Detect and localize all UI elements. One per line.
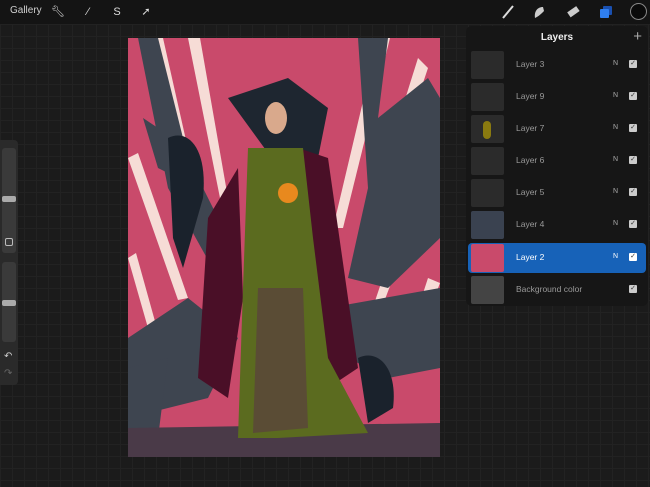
layer-name: Layer 5 [516, 187, 545, 197]
left-sidebar: ↶ ↷ [0, 140, 18, 385]
layer-row[interactable]: Layer 7 N ✓ [468, 114, 646, 144]
layer-row[interactable]: Layer 9 N ✓ [468, 82, 646, 112]
blend-mode-button[interactable]: N [613, 60, 618, 67]
visibility-checkbox[interactable]: ✓ [629, 253, 637, 261]
layer-name: Layer 4 [516, 219, 545, 229]
layer-name: Layer 3 [516, 59, 545, 69]
background-color-row[interactable]: Background color ✓ [468, 275, 646, 305]
layer-row[interactable]: Layer 3 N ✓ [468, 50, 646, 80]
layer-name: Layer 2 [516, 252, 545, 262]
layer-row[interactable]: Layer 5 N ✓ [468, 178, 646, 208]
layers-panel: Layers + Layer 3 N ✓ Layer 9 N ✓ Layer 7 N ✓ L… [466, 26, 648, 306]
add-layer-button[interactable]: + [633, 28, 642, 45]
layer-thumbnail [471, 115, 504, 143]
visibility-checkbox[interactable]: ✓ [629, 285, 637, 293]
eraser-icon[interactable] [565, 4, 581, 20]
blend-mode-button[interactable]: N [613, 220, 618, 227]
blend-mode-button[interactable]: N [613, 92, 618, 99]
color-picker-icon[interactable] [630, 3, 647, 20]
visibility-checkbox[interactable]: ✓ [629, 124, 637, 132]
layer-thumbnail [471, 211, 504, 239]
modify-button[interactable] [5, 238, 13, 246]
visibility-checkbox[interactable]: ✓ [629, 156, 637, 164]
blend-mode-button[interactable]: N [613, 188, 618, 195]
opacity-slider[interactable] [2, 262, 16, 342]
brush-icon[interactable] [500, 4, 516, 20]
layer-thumbnail [471, 244, 504, 272]
visibility-checkbox[interactable]: ✓ [629, 60, 637, 68]
top-toolbar: Gallery 🔧︎ ⁄ S ➚ [0, 0, 650, 24]
move-arrow-icon[interactable]: ➚ [138, 4, 154, 20]
layer-name: Layer 6 [516, 155, 545, 165]
visibility-checkbox[interactable]: ✓ [629, 220, 637, 228]
opacity-knob[interactable] [2, 300, 16, 306]
layer-row[interactable]: Layer 6 N ✓ [468, 146, 646, 176]
gallery-button[interactable]: Gallery [10, 5, 42, 16]
layer-name: Layer 7 [516, 123, 545, 133]
layer-thumbnail [471, 51, 504, 79]
visibility-checkbox[interactable]: ✓ [629, 188, 637, 196]
artwork-canvas[interactable] [128, 38, 440, 457]
smudge-icon[interactable] [531, 4, 547, 20]
layers-title: Layers [540, 32, 574, 43]
layers-icon[interactable] [598, 4, 614, 20]
layer-row[interactable]: Layer 4 N ✓ [468, 210, 646, 240]
redo-icon[interactable]: ↷ [4, 368, 12, 379]
visibility-checkbox[interactable]: ✓ [629, 92, 637, 100]
blend-mode-button[interactable]: N [613, 156, 618, 163]
undo-icon[interactable]: ↶ [4, 351, 12, 362]
blend-mode-button[interactable]: N [613, 253, 618, 260]
layer-name: Background color [516, 284, 583, 294]
selection-icon[interactable]: S [109, 4, 125, 20]
face [265, 102, 287, 134]
brush-size-knob[interactable] [2, 196, 16, 202]
layer-thumbnail [471, 147, 504, 175]
orb [278, 183, 298, 203]
blend-mode-button[interactable]: N [613, 124, 618, 131]
layer-name: Layer 9 [516, 91, 545, 101]
wrench-icon[interactable]: 🔧︎ [50, 4, 66, 20]
layer-thumbnail [471, 83, 504, 111]
magic-wand-icon[interactable]: ⁄ [80, 4, 96, 20]
layer-row-selected[interactable]: Layer 2 N ✓ [468, 243, 646, 273]
background-color-swatch[interactable] [471, 276, 504, 304]
layer-thumbnail [471, 179, 504, 207]
